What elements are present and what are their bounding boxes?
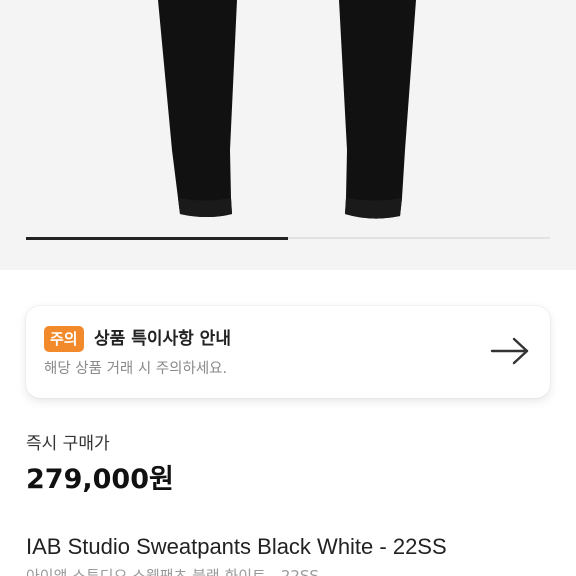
sweatpants-image <box>158 0 416 219</box>
notice-description: 해당 상품 거래 시 주의하세요. <box>44 361 228 377</box>
gallery-progress-fill <box>26 236 288 240</box>
product-name: IAB Studio Sweatpants Black White - 22SS <box>26 534 447 559</box>
product-notice-card[interactable]: 주의 상품 특이사항 안내 해당 상품 거래 시 주의하세요. <box>26 306 550 398</box>
price-label: 즉시 구매가 <box>26 434 110 454</box>
caution-badge: 주의 <box>44 326 84 352</box>
product-subname: 아이앱 스튜디오 스웻팬츠 블랙 화이트 - 22SS <box>26 567 319 576</box>
notice-title: 상품 특이사항 안내 <box>94 329 231 349</box>
gallery-progress-bar <box>26 236 550 240</box>
price-value: 279,000원 <box>26 464 174 495</box>
product-image-gallery[interactable] <box>0 0 576 270</box>
arrow-right-icon[interactable] <box>490 336 530 366</box>
